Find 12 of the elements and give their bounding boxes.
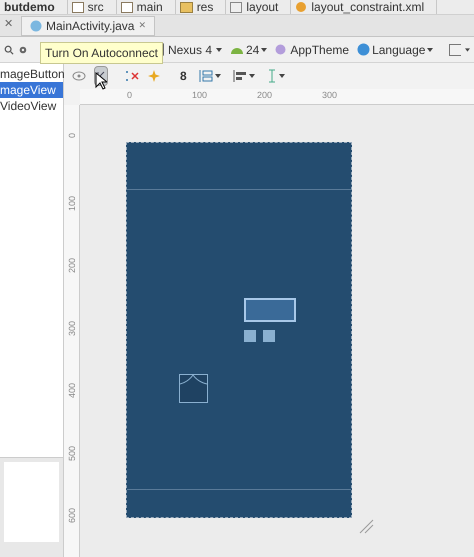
- ruler-label: 0: [127, 89, 132, 102]
- ruler-label: 300: [322, 89, 338, 102]
- ruler-label: 500: [66, 446, 78, 461]
- ruler-label: 0: [66, 133, 78, 138]
- tooltip: Turn On Autoconnect: [40, 42, 163, 64]
- ruler-label: 400: [66, 383, 78, 398]
- ruler-label: 100: [66, 196, 78, 211]
- ruler-label: 100: [192, 89, 208, 102]
- ruler-label: 600: [66, 508, 78, 524]
- ruler-label: 300: [66, 320, 78, 336]
- ruler-label: 200: [257, 89, 272, 102]
- ruler-label: 200: [66, 258, 78, 274]
